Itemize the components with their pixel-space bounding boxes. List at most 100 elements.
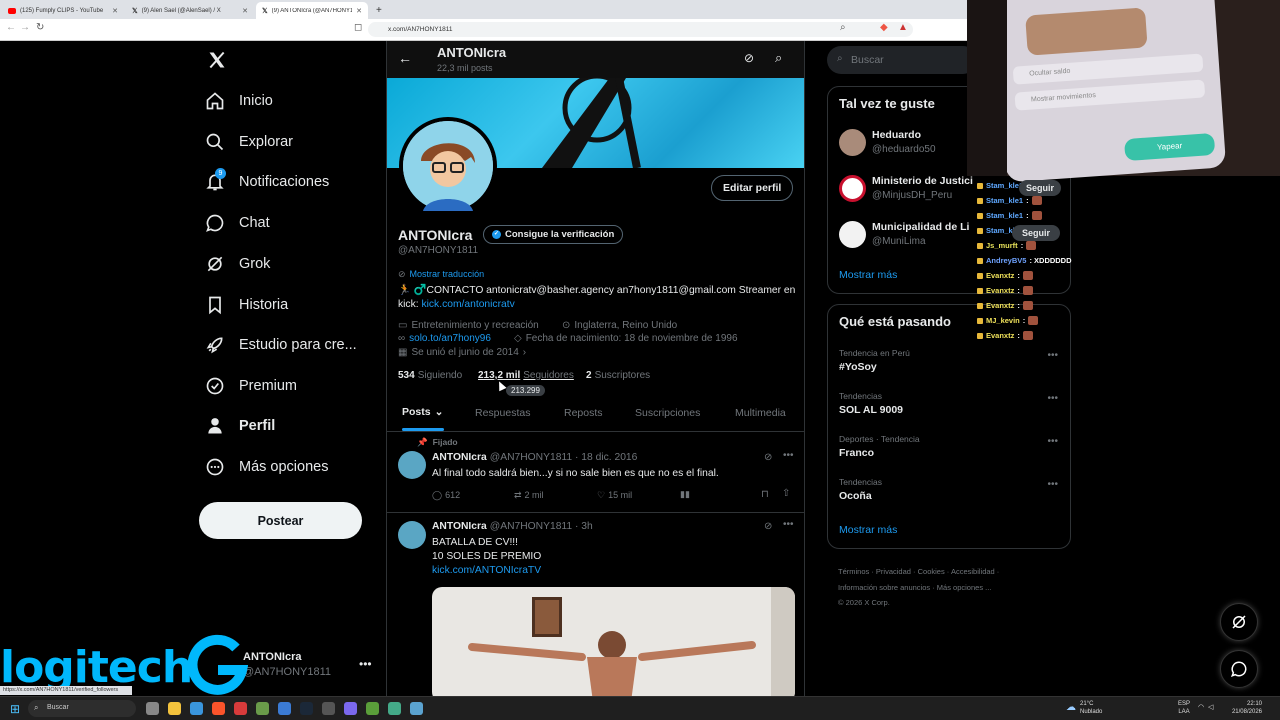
settings-icon[interactable]: [322, 702, 335, 715]
windows-start-icon[interactable]: ⊞: [10, 702, 20, 716]
app-icon[interactable]: [388, 702, 401, 715]
close-icon[interactable]: ✕: [112, 7, 118, 15]
tweet-author[interactable]: ANTONIcra: [432, 452, 487, 463]
close-icon[interactable]: ✕: [242, 7, 248, 15]
search-icon[interactable]: ⌕: [775, 50, 782, 66]
file-explorer-icon[interactable]: [168, 702, 181, 715]
account-name[interactable]: ANTONIcra: [243, 651, 301, 663]
suggestion-name[interactable]: Ministerio de Justici: [872, 175, 973, 187]
app-icon[interactable]: [234, 702, 247, 715]
share-icon[interactable]: ⇧: [782, 488, 790, 499]
trend-more-icon[interactable]: •••: [1047, 393, 1058, 404]
new-tab-button[interactable]: +: [370, 2, 388, 19]
nav-item-mas-opciones[interactable]: Más opciones: [205, 457, 328, 477]
close-icon[interactable]: ✕: [356, 7, 362, 15]
like-button[interactable]: ♡ 15 mil: [597, 490, 632, 501]
nav-item-premium[interactable]: Premium: [205, 376, 297, 396]
tweet-avatar[interactable]: [398, 451, 426, 479]
grok-icon[interactable]: ⊘: [744, 51, 754, 65]
reload-icon[interactable]: ↻: [36, 22, 44, 33]
tab-multimedia[interactable]: Multimedia: [735, 407, 786, 419]
back-icon[interactable]: ←: [6, 22, 16, 33]
nav-item-estudio[interactable]: Estudio para cre...: [205, 335, 357, 355]
brave-shield-icon[interactable]: ◆: [880, 22, 888, 33]
forward-icon[interactable]: →: [20, 22, 30, 33]
bookmark-page-icon[interactable]: ◻: [354, 22, 362, 33]
trend-name[interactable]: Ocoña: [839, 490, 872, 502]
wifi-icon[interactable]: ◠: [1198, 703, 1204, 711]
back-arrow-icon[interactable]: ←: [398, 50, 412, 66]
weather-widget[interactable]: 21°C Nublado: [1080, 700, 1102, 716]
suggestion-avatar[interactable]: [839, 175, 866, 202]
profile-website[interactable]: ∞ solo.to/an7hony96: [398, 333, 491, 344]
get-verified-button[interactable]: ✓ Consigue la verificación: [483, 225, 624, 244]
following-stat[interactable]: 534 Siguiendo: [398, 370, 462, 381]
grok-float-button[interactable]: [1220, 603, 1258, 641]
taskbar-search[interactable]: ⌕ Buscar: [28, 700, 136, 717]
account-more-icon[interactable]: •••: [359, 657, 372, 671]
views-icon[interactable]: ▮▮: [680, 489, 690, 500]
footer-line[interactable]: Información sobre anuncios · Más opcione…: [838, 580, 999, 596]
profile-joined[interactable]: ▦ Se unió el junio de 2014 ›: [398, 347, 526, 358]
grok-icon[interactable]: ⊘: [764, 521, 772, 532]
suggestion-name[interactable]: Heduardo: [872, 129, 921, 141]
post-button[interactable]: Postear: [199, 502, 362, 539]
nav-item-perfil[interactable]: Perfil: [205, 416, 275, 436]
alert-icon[interactable]: ▲: [898, 22, 908, 33]
tab-suscripciones[interactable]: Suscripciones: [635, 407, 700, 419]
zoom-icon[interactable]: ⌕: [840, 22, 846, 33]
nav-item-historia[interactable]: Historia: [205, 295, 288, 315]
nav-item-grok[interactable]: Grok: [205, 254, 270, 274]
messages-float-button[interactable]: [1220, 650, 1258, 688]
tweet-author[interactable]: ANTONIcra: [432, 521, 487, 532]
app-icon[interactable]: [278, 702, 291, 715]
followers-stat[interactable]: 213,2 mil Seguidores: [478, 370, 574, 381]
trend-more-icon[interactable]: •••: [1047, 479, 1058, 490]
tab-antonicra[interactable]: 𝕏 (9) ANTONIcra (@AN7HONY18 ✕: [256, 2, 368, 19]
input-language[interactable]: ESP LAA: [1178, 700, 1190, 716]
app-icon[interactable]: [256, 702, 269, 715]
nav-item-notificaciones[interactable]: 9 Notificaciones: [205, 168, 329, 192]
app-icon[interactable]: [344, 702, 357, 715]
show-more-trends-link[interactable]: Mostrar más: [839, 524, 897, 536]
tweet-more-icon[interactable]: •••: [783, 519, 794, 530]
tab-alen[interactable]: 𝕏 (9) Alen Sael (@AlenSael) / X ✕: [126, 2, 254, 19]
nav-item-explorar[interactable]: Explorar: [205, 132, 293, 152]
bookmark-icon[interactable]: ⊓: [761, 489, 769, 500]
app-icon[interactable]: [366, 702, 379, 715]
bio-kick-link[interactable]: kick.com/antonicratv: [421, 299, 514, 310]
tweet-link[interactable]: kick.com/ANTONIcraTV: [432, 564, 541, 578]
steam-icon[interactable]: [300, 702, 313, 715]
nav-item-inicio[interactable]: Inicio: [205, 91, 273, 111]
show-more-link[interactable]: Mostrar más: [839, 269, 897, 281]
follow-button[interactable]: Seguir: [1019, 180, 1061, 196]
tab-reposts[interactable]: Reposts: [564, 407, 603, 419]
suggestion-avatar[interactable]: [839, 129, 866, 156]
trend-more-icon[interactable]: •••: [1047, 350, 1058, 361]
edit-profile-button[interactable]: Editar perfil: [711, 175, 794, 201]
suggestion-name[interactable]: Municipalidad de Li: [872, 221, 969, 233]
trend-name[interactable]: #YoSoy: [839, 361, 877, 373]
tab-posts[interactable]: Posts ⌄: [402, 406, 443, 418]
task-view-icon[interactable]: [146, 702, 159, 715]
grok-icon[interactable]: ⊘: [764, 452, 772, 463]
trend-more-icon[interactable]: •••: [1047, 436, 1058, 447]
x-logo-icon[interactable]: [207, 50, 227, 75]
brave-icon[interactable]: [212, 702, 225, 715]
clock[interactable]: 22:10 21/08/2026: [1226, 700, 1262, 716]
app-icon[interactable]: [410, 702, 423, 715]
profile-avatar[interactable]: [399, 117, 497, 215]
tab-respuestas[interactable]: Respuestas: [475, 407, 530, 419]
translate-link[interactable]: ⊘ Mostrar traducción: [398, 269, 484, 280]
reply-button[interactable]: ◯ 612: [432, 490, 460, 501]
tweet-image[interactable]: [432, 587, 795, 696]
url-field[interactable]: x.com/AN7HONY1811: [368, 22, 913, 37]
trend-name[interactable]: SOL AL 9009: [839, 404, 903, 416]
footer-links[interactable]: Términos · Privacidad · Cookies · Accesi…: [838, 564, 999, 611]
suggestion-avatar[interactable]: [839, 221, 866, 248]
nav-item-chat[interactable]: Chat: [205, 213, 270, 233]
follow-button[interactable]: Seguir: [1012, 225, 1060, 241]
tweet-more-icon[interactable]: •••: [783, 450, 794, 461]
repost-button[interactable]: ⇄ 2 mil: [514, 490, 544, 501]
trend-name[interactable]: Franco: [839, 447, 874, 459]
